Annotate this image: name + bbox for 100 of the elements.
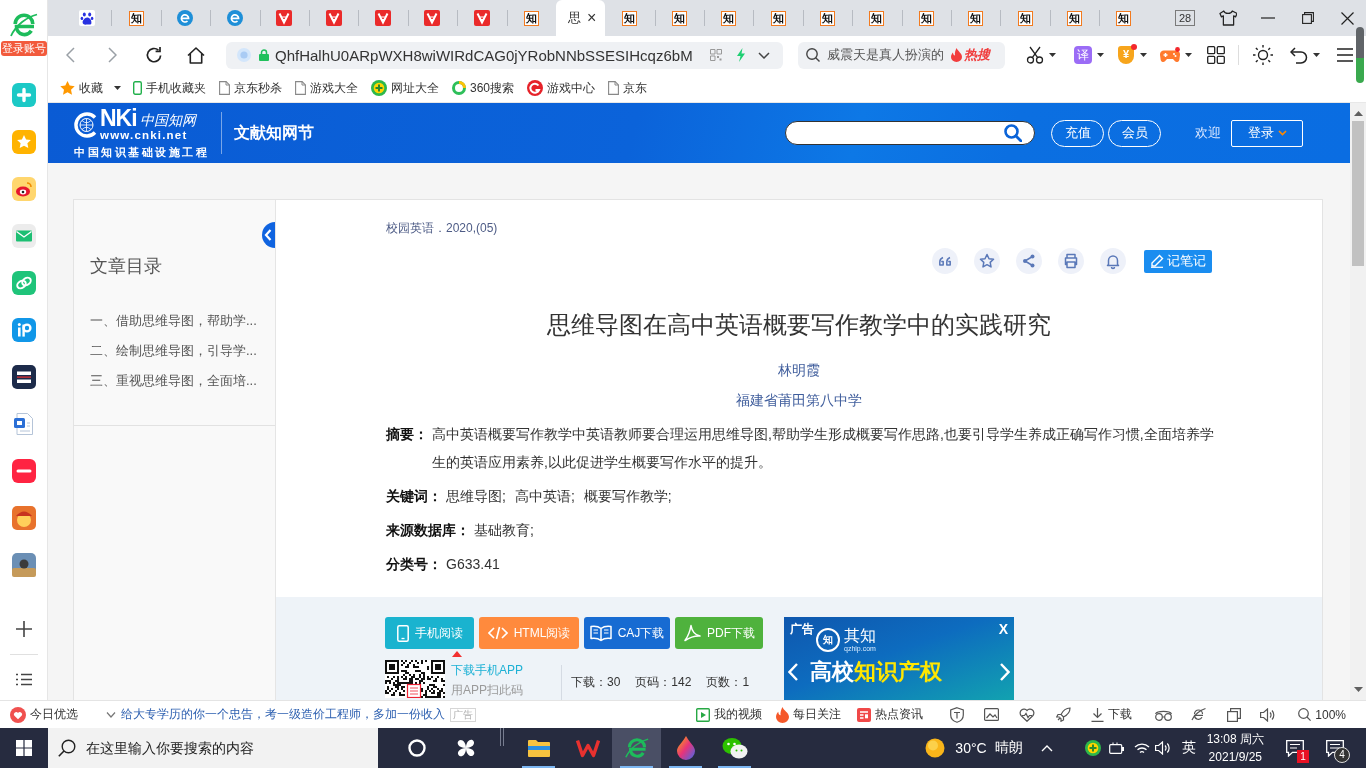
scissors-icon[interactable] xyxy=(1026,46,1044,64)
eye-logo-icon[interactable] xyxy=(11,177,36,201)
bookmark-link[interactable]: 京东 xyxy=(608,79,648,97)
chevron-right-icon[interactable] xyxy=(1000,663,1010,681)
caret-icon[interactable] xyxy=(1097,53,1104,57)
outline-link[interactable]: 二、绘制思维导图，引导学... xyxy=(90,336,257,366)
scroll-up-icon[interactable] xyxy=(1353,111,1363,116)
gamepad-icon[interactable] xyxy=(1160,47,1180,63)
app-tile-icon[interactable] xyxy=(11,459,36,483)
home-icon[interactable] xyxy=(187,46,205,64)
address-bar[interactable]: QhfHalhU0ARpWXH8wiWIRdCAG0jYRobNNbSSESIHcqz6bM xyxy=(226,41,783,69)
organization-link[interactable]: 福建省莆田第八中学 xyxy=(736,392,862,408)
author-link[interactable]: 林明霞 xyxy=(778,362,820,378)
zoom-icon[interactable] xyxy=(1298,708,1312,721)
input-method-indicator[interactable]: 英 xyxy=(1181,739,1196,757)
image-icon[interactable] xyxy=(984,708,1000,721)
keyword-link[interactable]: 基础教育; xyxy=(474,516,534,544)
bookmark-link[interactable]: 收藏 xyxy=(60,79,103,97)
e-orbit-icon[interactable] xyxy=(1191,707,1207,722)
status-link[interactable]: 我的视频 xyxy=(696,706,763,723)
translate-button[interactable]: 译 xyxy=(1074,46,1092,64)
qr-code-icon[interactable] xyxy=(385,660,445,698)
news-link[interactable]: 给大专学历的你一个忠告，考一级造价工程师，多加一份收入 xyxy=(121,706,445,723)
browser-tab[interactable]: 知 xyxy=(704,0,754,36)
lines-tile-icon[interactable] xyxy=(11,365,36,389)
heart-pulse-icon[interactable] xyxy=(1019,707,1036,722)
journal-source-link[interactable]: 校园英语．2020,(05) xyxy=(386,220,498,236)
droplet-icon[interactable] xyxy=(675,736,696,760)
document-icon[interactable] xyxy=(11,412,36,436)
link-tile-icon[interactable] xyxy=(11,271,36,295)
browser-tab[interactable]: 知 xyxy=(1000,0,1050,36)
caret-icon[interactable] xyxy=(1049,53,1056,57)
tab-count[interactable]: 28 xyxy=(1175,10,1195,26)
back-icon[interactable] xyxy=(66,47,75,63)
glasses-icon[interactable] xyxy=(1155,708,1173,721)
login-button[interactable]: 登录 xyxy=(1231,119,1303,147)
grid-icon[interactable] xyxy=(1207,46,1225,64)
keyword-link[interactable]: 概要写作教学; xyxy=(583,482,672,510)
browser-tab[interactable]: 知 xyxy=(802,0,853,36)
browser-tab[interactable]: 知 xyxy=(506,0,556,36)
restore-icon[interactable] xyxy=(1302,12,1314,24)
bookmark-link[interactable]: 游戏大全 xyxy=(295,79,358,97)
logo-url[interactable]: www.cnki.net xyxy=(100,129,196,141)
e-logo-icon[interactable] xyxy=(624,737,649,759)
browser-tab[interactable]: 知 xyxy=(654,0,705,36)
browser-tab[interactable]: 知 xyxy=(901,0,952,36)
chevron-down-icon[interactable] xyxy=(106,711,116,718)
browser-tab[interactable]: 知 xyxy=(951,0,1001,36)
game-scene-icon[interactable] xyxy=(11,553,36,577)
bell-icon[interactable] xyxy=(1100,248,1126,274)
browser-tab[interactable]: 知 xyxy=(1049,0,1100,36)
chevron-down-icon[interactable] xyxy=(758,51,770,59)
forward-icon[interactable] xyxy=(108,47,117,63)
speaker-icon[interactable] xyxy=(1260,707,1276,722)
bookmark-link[interactable]: 京东秒杀 xyxy=(219,79,282,97)
bookmark-link[interactable]: 网址大全 xyxy=(371,79,439,97)
bookmark-link[interactable]: 游戏中心 xyxy=(527,79,596,97)
browser-tab[interactable]: 知 xyxy=(111,0,161,36)
search-icon[interactable] xyxy=(806,48,820,62)
clock-time[interactable]: 13:08 周六 xyxy=(1206,730,1264,748)
keyword-link[interactable]: 高中英语; xyxy=(514,482,575,510)
reload-icon[interactable] xyxy=(145,46,163,64)
tab-close-button[interactable]: × xyxy=(586,10,597,26)
chevron-left-icon[interactable] xyxy=(788,663,798,681)
brightness-icon[interactable] xyxy=(1253,45,1273,65)
plus-tile-icon[interactable] xyxy=(11,83,36,107)
battery-icon[interactable] xyxy=(1108,742,1126,754)
outline-link[interactable]: 三、重视思维导图，全面培... xyxy=(90,366,257,396)
window-icon[interactable] xyxy=(1227,707,1242,722)
url-text[interactable]: QhfHalhU0ARpWXH8wiWIRdCAG0jYRobNNbSSESIHcqz6bM xyxy=(275,46,693,64)
folder-icon[interactable] xyxy=(526,738,551,758)
undo-icon[interactable] xyxy=(1290,46,1308,64)
menu-icon[interactable] xyxy=(1337,48,1353,62)
taskbar-search-field[interactable]: 在这里输入你要搜索的内容 xyxy=(48,728,378,768)
search-field[interactable] xyxy=(785,121,1035,145)
status-link[interactable]: 100% xyxy=(1298,707,1346,722)
download-icon[interactable] xyxy=(1091,707,1105,722)
shirt-icon[interactable] xyxy=(1219,10,1237,26)
ad-close-button[interactable]: X xyxy=(998,621,1008,637)
add-icon[interactable] xyxy=(15,621,32,637)
chevron-up-icon[interactable] xyxy=(1040,744,1053,752)
browser-tab[interactable]: 知 xyxy=(852,0,902,36)
close-icon[interactable] xyxy=(1341,11,1354,25)
status-link[interactable]: 每日关注 xyxy=(776,706,842,723)
bookmark-link[interactable]: 360搜索 xyxy=(452,79,515,97)
caret-icon[interactable] xyxy=(1140,53,1147,57)
browser-tab[interactable]: 知 xyxy=(605,0,655,36)
caret-icon[interactable] xyxy=(1313,53,1320,57)
outline-link[interactable]: 一、借助思维导图，帮助学... xyxy=(90,306,257,336)
print-icon[interactable] xyxy=(1058,248,1084,274)
plus-circle-icon[interactable] xyxy=(1084,740,1101,756)
list-icon[interactable] xyxy=(15,673,32,686)
game-app-icon[interactable] xyxy=(11,506,36,530)
circle-icon[interactable] xyxy=(407,739,426,757)
chat-bubbles-icon[interactable] xyxy=(721,737,748,759)
collapse-icon[interactable] xyxy=(260,222,275,248)
browser-tab[interactable]: 思 × xyxy=(555,0,606,36)
share-icon[interactable] xyxy=(1016,248,1042,274)
zigzag-logo-icon[interactable] xyxy=(575,738,600,758)
speaker-icon[interactable] xyxy=(1154,741,1171,755)
